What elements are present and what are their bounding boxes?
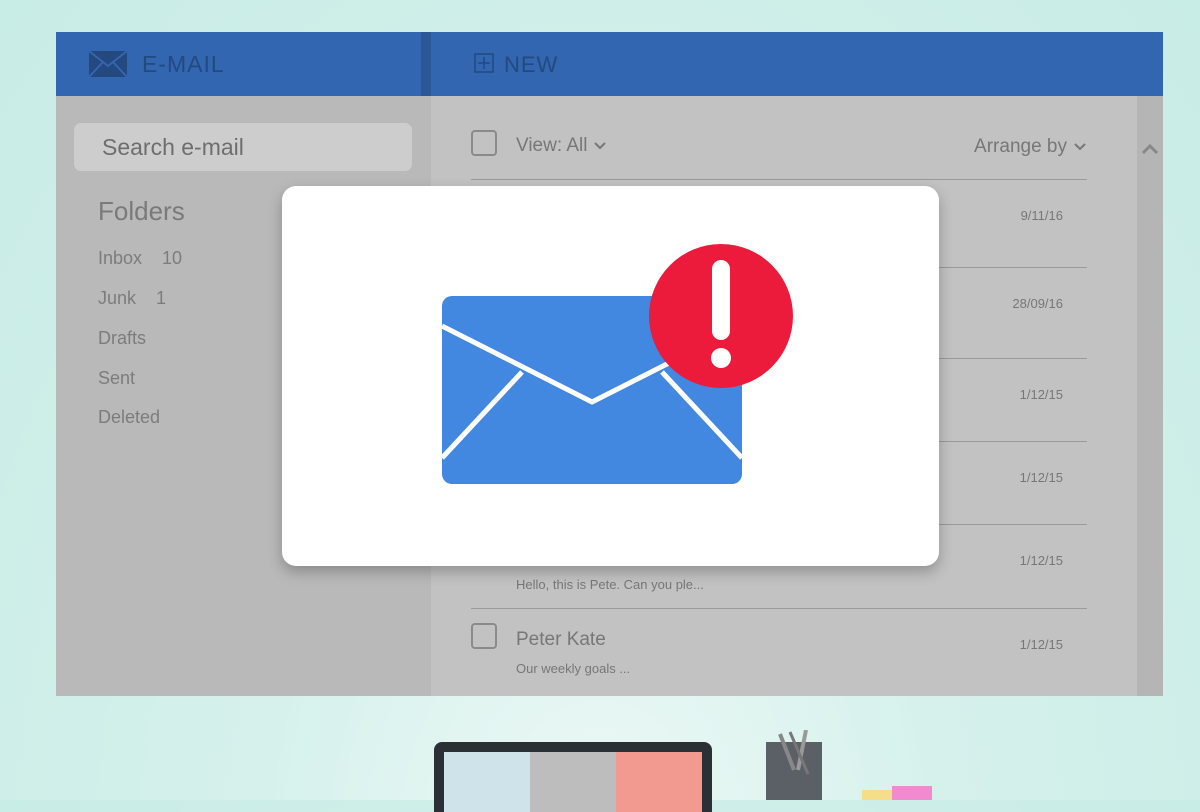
sticky-notes-image [862, 786, 932, 800]
folders-heading: Folders [98, 196, 185, 226]
folder-label: Inbox [98, 248, 143, 268]
email-alert-dialog [282, 186, 939, 566]
folder-label: Junk [98, 288, 137, 308]
message-date: 28/09/16 [1012, 296, 1063, 311]
sidebar-item-deleted[interactable]: Deleted [98, 407, 160, 428]
select-all-checkbox[interactable] [471, 130, 497, 156]
arrange-by-label: Arrange by [974, 136, 1067, 157]
search-input[interactable] [74, 123, 412, 171]
new-email-button[interactable]: NEW [474, 52, 558, 78]
plus-square-icon [474, 52, 494, 78]
message-checkbox[interactable] [471, 623, 497, 649]
sidebar-item-inbox[interactable]: Inbox 10 [98, 248, 182, 269]
folder-count: 10 [162, 248, 183, 268]
view-filter-label: View: All [516, 135, 588, 156]
pencil-cup-image [760, 729, 828, 800]
folder-label: Drafts [98, 328, 147, 348]
app-title: E-MAIL [142, 50, 225, 77]
chevron-down-icon [1073, 136, 1087, 158]
message-date: 1/12/15 [1019, 637, 1063, 652]
app-brand[interactable]: E-MAIL [88, 50, 225, 78]
message-row[interactable]: Peter Kate 1/12/15 Our weekly goals ... [471, 608, 1087, 696]
message-sender: Peter Kate [516, 629, 606, 650]
chevron-down-icon [593, 135, 607, 157]
folder-label: Deleted [98, 407, 161, 427]
sidebar-item-junk[interactable]: Junk 1 [98, 288, 166, 309]
topbar-divider [421, 32, 431, 96]
message-date: 9/11/16 [1020, 208, 1063, 223]
list-scrollbar[interactable] [1137, 96, 1163, 696]
message-date: 1/12/15 [1019, 387, 1063, 402]
top-bar: E-MAIL NEW [56, 32, 1163, 96]
message-date: 1/12/15 [1019, 553, 1063, 568]
message-date: 1/12/15 [1019, 470, 1063, 485]
view-filter-dropdown[interactable]: View: All [516, 135, 607, 157]
folder-count: 1 [156, 288, 167, 308]
sidebar-item-drafts[interactable]: Drafts [98, 328, 146, 349]
envelope-icon [88, 50, 128, 78]
chevron-up-icon[interactable] [1137, 142, 1163, 161]
list-header: View: All Arrange by [471, 130, 1087, 180]
sidebar-item-sent[interactable]: Sent [98, 368, 135, 389]
folder-label: Sent [98, 368, 136, 388]
new-label: NEW [504, 52, 559, 77]
message-preview: Our weekly goals ... [516, 661, 631, 676]
arrange-by-dropdown[interactable]: Arrange by [974, 136, 1087, 158]
message-preview: Hello, this is Pete. Can you ple... [516, 577, 704, 592]
desk-monitor-image [434, 742, 712, 812]
